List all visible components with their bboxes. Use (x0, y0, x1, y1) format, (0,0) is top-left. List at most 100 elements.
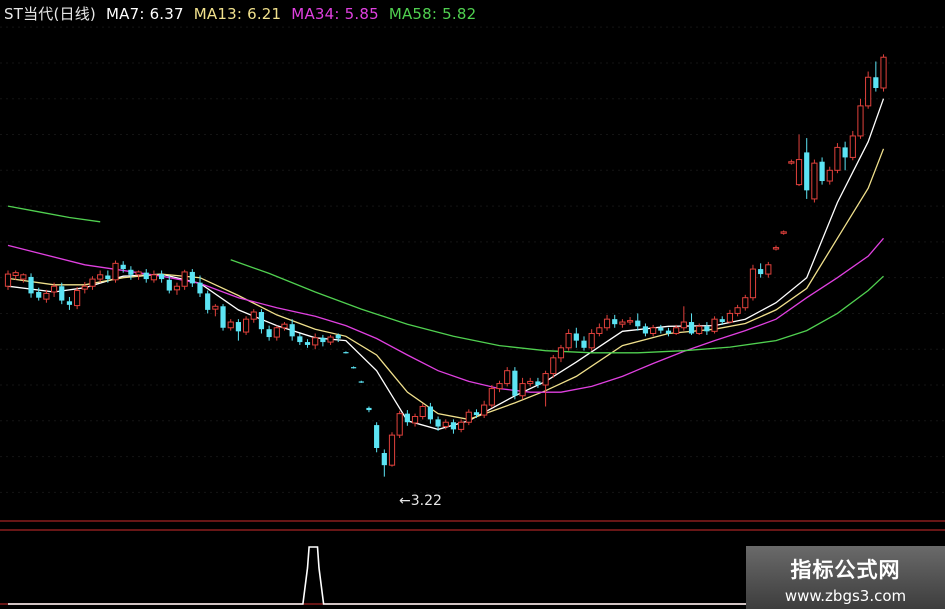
candle-up (465, 409, 472, 426)
candle-down (819, 157, 825, 185)
candle-up (242, 316, 250, 335)
candle-body (481, 404, 488, 416)
candle-body (795, 159, 803, 186)
candle-body (726, 312, 734, 323)
ma-legend: ST当代(日线) MA7: 6.37 MA13: 6.21 MA34: 5.85 MA5… (4, 3, 486, 24)
ma13-legend: MA13: 6.21 (193, 5, 282, 23)
candle-body (826, 169, 833, 182)
candle-up (504, 367, 511, 387)
candle-body (396, 413, 403, 436)
candle-down (28, 273, 34, 298)
candle-body (557, 347, 565, 359)
candle-down (450, 419, 457, 434)
candle-up (411, 413, 419, 427)
candle-up (388, 432, 396, 467)
candle-down (873, 61, 879, 92)
candle-up (212, 304, 219, 317)
candle-body (74, 290, 81, 307)
price-gridlines (0, 26, 945, 493)
candle-body (273, 327, 280, 338)
candle-body (488, 388, 495, 406)
candle-body (97, 274, 104, 280)
candle-up (742, 294, 749, 311)
candle-down (758, 263, 764, 278)
candle-up (557, 344, 565, 363)
ma58-line (7, 205, 101, 223)
candle-down (66, 296, 73, 310)
candle-body (358, 381, 364, 383)
candle-down (258, 309, 265, 334)
candlestick-chart-canvas: ←3.22 (0, 26, 945, 605)
candle-up (496, 380, 503, 393)
candle-body (374, 425, 380, 448)
candle-up (419, 403, 426, 420)
candle-up (150, 270, 158, 283)
candle-body (173, 285, 181, 291)
candle-body (696, 325, 703, 334)
candle-body (642, 326, 649, 334)
candle-body (857, 105, 864, 137)
candle-up (765, 261, 772, 278)
candle-down (304, 339, 311, 348)
candle-body (450, 422, 457, 430)
stock-chart-window: ←3.22 ST当代(日线) MA7: 6.37 MA13: 6.21 MA34: 5… (0, 0, 945, 609)
watermark-title: 指标公式网 (790, 558, 901, 582)
candle-body (612, 319, 618, 325)
candle-up (173, 282, 181, 295)
watermark-url: www.zbgs3.com (784, 587, 907, 605)
candle-down (404, 410, 410, 426)
candle-body (496, 383, 503, 390)
watermark-badge: 指标公式网 www.zbgs3.com (746, 546, 945, 609)
candle-body (43, 292, 50, 300)
candle-body (181, 271, 188, 287)
candle-down (159, 270, 165, 283)
candle-up (749, 264, 757, 301)
candle-down (320, 334, 326, 347)
candle-body (81, 285, 88, 290)
candle-body (66, 301, 73, 305)
candle-down (704, 322, 710, 335)
candle-body (603, 318, 611, 329)
candle-up (312, 333, 319, 350)
candle-body (189, 271, 195, 284)
candle-body (519, 383, 526, 397)
candle-down (581, 336, 587, 351)
candle-up (619, 319, 626, 328)
candle-down (235, 319, 241, 341)
candle-body (12, 272, 19, 277)
candle-body (626, 320, 634, 323)
candle-up (12, 270, 19, 280)
candle-body (28, 276, 34, 294)
candle-body (550, 357, 557, 375)
candle-body (811, 162, 818, 200)
candle-down (289, 319, 295, 341)
low-price-label: ←3.22 (399, 493, 442, 509)
candle-body (734, 307, 741, 314)
candle-body (849, 135, 856, 158)
candle-up (596, 323, 603, 337)
candle-body (381, 453, 387, 466)
candle-body (704, 326, 710, 332)
candle-up (97, 270, 104, 283)
candle-body (351, 367, 357, 369)
candle-down (205, 290, 211, 314)
candle-body (197, 282, 203, 294)
candle-up (74, 286, 81, 310)
candle-up (788, 159, 795, 165)
candle-up (550, 354, 557, 378)
candle-up (857, 98, 864, 139)
candle-up (250, 309, 257, 323)
candle-up (795, 134, 803, 187)
candle-down (658, 324, 664, 334)
candle-up (181, 269, 188, 290)
moving-average-lines (7, 98, 885, 431)
candle-body (665, 330, 672, 334)
candle-up (396, 410, 403, 438)
candle-body (619, 321, 626, 325)
candle-body (865, 76, 872, 107)
candle-body (297, 336, 303, 343)
candle-body (588, 332, 595, 349)
candle-body (680, 321, 687, 329)
candle-body (772, 247, 780, 250)
stock-name-label: ST当代(日线) (4, 5, 96, 23)
